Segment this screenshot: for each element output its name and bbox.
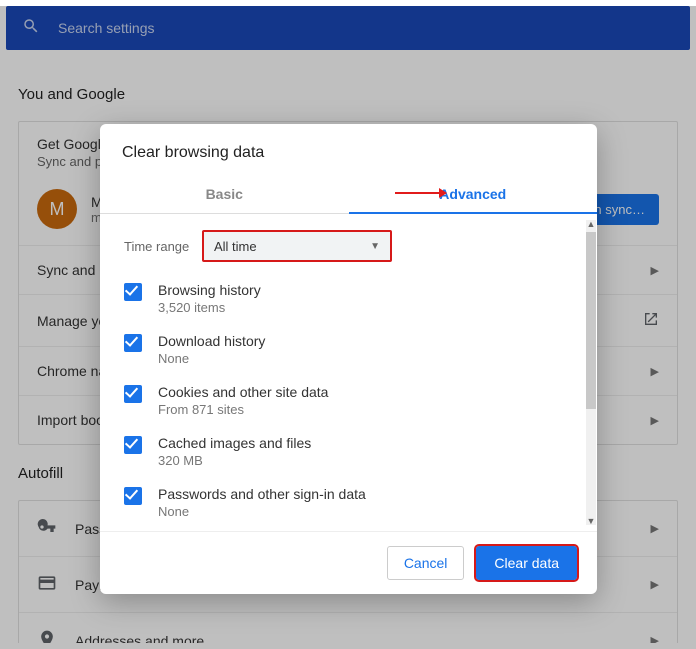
dialog-title: Clear browsing data: [100, 124, 597, 176]
option-cookies[interactable]: Cookies and other site data From 871 sit…: [124, 384, 561, 417]
scroll-down-icon[interactable]: ▼: [586, 515, 596, 527]
time-range-label: Time range: [124, 239, 202, 254]
tab-basic[interactable]: Basic: [100, 176, 349, 214]
annotation-arrow: [395, 188, 447, 198]
option-browsing-history[interactable]: Browsing history 3,520 items: [124, 282, 561, 315]
checkbox-browsing-history[interactable]: [124, 283, 142, 301]
cancel-button[interactable]: Cancel: [387, 546, 465, 580]
dialog-buttons: Cancel Clear data: [100, 531, 597, 594]
option-passwords[interactable]: Passwords and other sign-in data None: [124, 486, 561, 519]
dialog-tabs: Basic Advanced: [100, 176, 597, 214]
clear-data-button[interactable]: Clear data: [476, 546, 577, 580]
checkbox-cached[interactable]: [124, 436, 142, 454]
checkbox-download-history[interactable]: [124, 334, 142, 352]
checkbox-passwords[interactable]: [124, 487, 142, 505]
scrollbar-thumb[interactable]: [586, 232, 596, 409]
option-cached[interactable]: Cached images and files 320 MB: [124, 435, 561, 468]
checkbox-cookies[interactable]: [124, 385, 142, 403]
option-download-history[interactable]: Download history None: [124, 333, 561, 366]
time-range-select[interactable]: All time ▼: [202, 230, 392, 262]
clear-browsing-data-dialog: Clear browsing data Basic Advanced Time …: [100, 124, 597, 594]
scrollbar[interactable]: ▲ ▼: [586, 220, 596, 525]
scroll-up-icon[interactable]: ▲: [586, 218, 596, 230]
dialog-scroll-area: Time range All time ▼ Browsing history 3…: [100, 214, 597, 531]
tab-advanced[interactable]: Advanced: [349, 176, 598, 214]
chevron-down-icon: ▼: [370, 241, 380, 252]
